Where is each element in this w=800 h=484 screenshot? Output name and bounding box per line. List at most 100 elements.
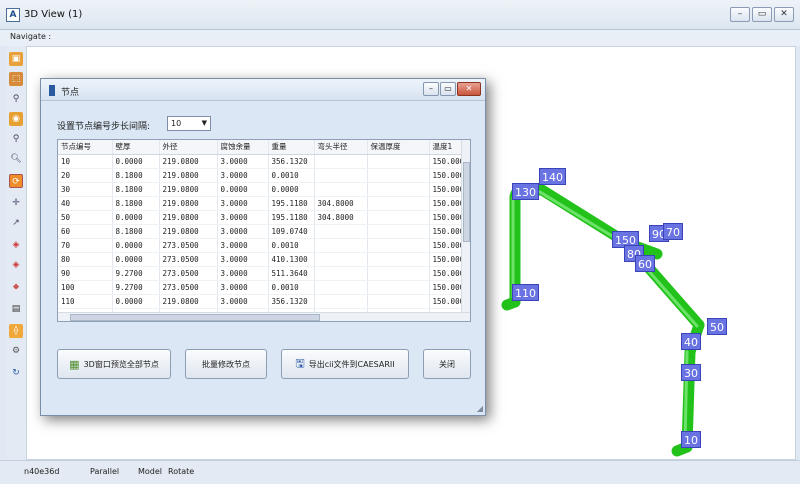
pan-icon[interactable]: ◉ [9, 112, 23, 126]
dialog-icon [49, 85, 55, 96]
column-header[interactable]: 外径 [159, 140, 218, 155]
column-header[interactable]: 节点编号 [58, 140, 113, 155]
zoom-window-icon[interactable]: ▣ [9, 52, 23, 66]
dialog-title: 节点 [61, 88, 80, 98]
node-label-50: 50 [707, 318, 727, 335]
table-cell [314, 238, 368, 253]
table-row[interactable]: 909.2700273.05003.0000511.3640 150.0000 [58, 266, 465, 281]
status-mode: Model [138, 467, 163, 476]
dialog-titlebar[interactable]: 节点 – ▭ ✕ [41, 79, 485, 101]
table-row[interactable]: 608.1800219.08003.0000109.0740 150.0000 [58, 224, 465, 239]
table-cell [367, 294, 430, 309]
table-cell: 40 [58, 196, 113, 211]
window-titlebar: A 3D View (1) – ▭ ✕ [0, 0, 800, 30]
batch-modify-button[interactable]: 批量修改节点 [185, 349, 267, 379]
node-label-60: 60 [635, 255, 655, 272]
table-cell: 8.1800 [112, 196, 160, 211]
view-side-icon[interactable]: ◈ [9, 258, 23, 272]
node-label-30: 30 [681, 364, 701, 381]
rotate-icon[interactable]: ⟳ [9, 174, 23, 188]
close-button[interactable]: ✕ [774, 7, 794, 22]
navigate-menu[interactable]: Navigate : [10, 32, 51, 41]
reset-view-icon[interactable]: ↻ [9, 366, 23, 380]
table-row[interactable]: 1009.2700273.05003.00000.0010 150.0000 [58, 280, 465, 295]
export-button-label: 导出cii文件到CAESARII [308, 359, 395, 369]
magnify-icon[interactable]: 🔍︎ [9, 152, 23, 166]
table-cell [314, 154, 368, 169]
table-cell: 273.0500 [159, 280, 218, 295]
table-row[interactable]: 208.1800219.08003.00000.0010 150.0000 [58, 168, 465, 183]
table-cell [314, 182, 368, 197]
table-cell: 3.0000 [217, 238, 269, 253]
dialog-maximize-button[interactable]: ▭ [440, 82, 456, 96]
preview-button-label: 3D窗口预览全部节点 [83, 359, 159, 369]
view-top-icon[interactable]: ⬥ [9, 280, 23, 294]
table-cell: 0.0000 [217, 182, 269, 197]
table-cell: 304.8000 [314, 210, 368, 225]
vertical-scroll-thumb[interactable] [463, 162, 470, 242]
table-cell: 219.0800 [159, 224, 218, 239]
table-row[interactable]: 1100.0000219.08003.0000356.1320 150.0000 [58, 294, 465, 309]
table-horizontal-scrollbar[interactable] [58, 312, 470, 321]
zoom-extents-icon[interactable]: ⬚ [9, 72, 23, 86]
table-cell: 150.0000 [429, 168, 465, 183]
axis-icon[interactable]: ↗ [9, 216, 23, 230]
table-cell: 410.1300 [268, 252, 315, 267]
table-cell: 150.0000 [429, 266, 465, 281]
dialog-minimize-button[interactable]: – [423, 82, 439, 96]
table-row[interactable]: 50 0.0000 219.0800 3.0000 195.1180 304.8000 15… [58, 210, 465, 225]
step-interval-label: 设置节点编号步长间隔: [57, 122, 151, 132]
export-cii-button[interactable]: 🖫 导出cii文件到CAESARII [281, 349, 409, 379]
status-projection: Parallel [90, 467, 120, 476]
move-icon[interactable]: ✛ [9, 196, 23, 210]
horizontal-scroll-thumb[interactable] [70, 314, 320, 321]
minimize-button[interactable]: – [730, 7, 750, 22]
table-row[interactable]: 800.0000273.05003.0000410.1300 150.0000 [58, 252, 465, 267]
node-dialog: 节点 – ▭ ✕ 设置节点编号步长间隔: 10 ▼ 节点编号 壁厚 外径 腐蚀余量 重量… [40, 78, 486, 416]
settings-icon[interactable]: ⚙ [9, 344, 23, 358]
document-icon[interactable]: ▤ [9, 302, 23, 316]
node-table[interactable]: 节点编号 壁厚 外径 腐蚀余量 重量 弯头半径 保温厚度 温度1 10 0.0000 219.08… [57, 139, 471, 322]
table-cell [367, 210, 430, 225]
table-vertical-scrollbar[interactable] [461, 140, 470, 314]
resize-grip-icon[interactable]: ◢ [477, 404, 483, 413]
table-cell: 8.1800 [112, 168, 160, 183]
table-cell [367, 280, 430, 295]
dialog-close-button[interactable]: ✕ [457, 82, 481, 96]
view-front-icon[interactable]: ◈ [9, 238, 23, 252]
table-cell: 0.0000 [112, 154, 160, 169]
column-header[interactable]: 壁厚 [112, 140, 160, 155]
table-cell: 219.0800 [159, 196, 218, 211]
status-action: Rotate [168, 467, 195, 476]
table-header-row: 节点编号 壁厚 外径 腐蚀余量 重量 弯头半径 保温厚度 温度1 [58, 140, 465, 155]
table-row[interactable]: 700.0000273.05003.00000.0010 150.0000 [58, 238, 465, 253]
zoom-out-icon[interactable]: ⚲ [9, 132, 23, 146]
menubar: Navigate : [0, 30, 800, 46]
table-row[interactable]: 40 8.1800 219.0800 3.0000 195.1180 304.8000 15… [58, 196, 465, 211]
column-header[interactable]: 腐蚀余量 [217, 140, 269, 155]
batch-button-label: 批量修改节点 [202, 359, 250, 369]
table-cell: 3.0000 [217, 168, 269, 183]
table-cell [367, 196, 430, 211]
close-dialog-button[interactable]: 关闭 [423, 349, 471, 379]
table-cell: 9.2700 [112, 280, 160, 295]
step-interval-select[interactable]: 10 ▼ [167, 116, 211, 131]
table-row[interactable]: 308.1800219.08000.00000.0000150.0000 [58, 182, 465, 197]
table-cell: 219.0800 [159, 168, 218, 183]
column-header[interactable]: 温度1 [429, 140, 465, 155]
column-header[interactable]: 保温厚度 [367, 140, 430, 155]
status-id: n40e36d [24, 467, 60, 476]
table-row[interactable]: 100.0000219.08003.0000356.1320 150.0000 [58, 154, 465, 169]
maximize-button[interactable]: ▭ [752, 7, 772, 22]
table-cell: 80 [58, 252, 113, 267]
preview-all-nodes-button[interactable]: ▦ 3D窗口预览全部节点 [57, 349, 171, 379]
column-header[interactable]: 弯头半径 [314, 140, 368, 155]
node-label-130: 130 [512, 183, 539, 200]
table-cell: 511.3640 [268, 266, 315, 281]
column-header[interactable]: 重量 [268, 140, 315, 155]
measure-icon[interactable]: ⟠ [9, 324, 23, 338]
table-cell [314, 266, 368, 281]
app-icon: A [6, 8, 20, 22]
zoom-in-icon[interactable]: ⚲ [9, 92, 23, 106]
statusbar: n40e36d Parallel Model Rotate [0, 460, 800, 484]
